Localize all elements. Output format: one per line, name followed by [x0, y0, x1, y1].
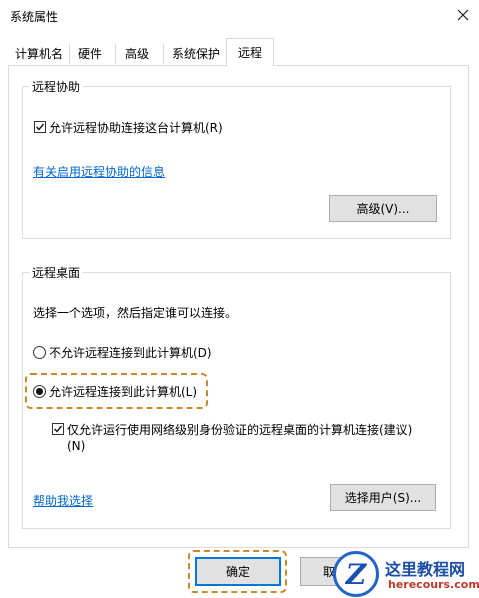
nla-only-checkbox[interactable] [52, 423, 64, 435]
select-users-button[interactable]: 选择用户(S)... [330, 484, 436, 511]
remote-desktop-legend: 远程桌面 [29, 264, 84, 281]
nla-only-label-line1[interactable]: 仅允许运行使用网络级别身份验证的远程桌面的计算机连接(建议) [67, 421, 412, 438]
allow-remote-label[interactable]: 允许远程连接到此计算机(L) [49, 383, 197, 400]
tab-computer-name[interactable]: 计算机名 [10, 42, 68, 64]
tab-remote[interactable]: 远程 [226, 38, 274, 66]
help-me-choose-link[interactable]: 帮助我选择 [33, 492, 93, 509]
radio-selected-dot [36, 388, 43, 395]
remote-assistance-info-link[interactable]: 有关启用远程协助的信息 [33, 163, 165, 180]
allow-remote-radio[interactable] [33, 385, 46, 398]
disallow-remote-label[interactable]: 不允许远程连接到此计算机(D) [49, 344, 212, 361]
remote-desktop-instruction: 选择一个选项，然后指定谁可以连接。 [33, 306, 238, 320]
checkmark-icon [54, 425, 63, 433]
tab-hardware[interactable]: 硬件 [70, 42, 110, 64]
tab-system-protection[interactable]: 系统保护 [166, 42, 226, 64]
window-title: 系统属性 [10, 10, 59, 24]
ok-button[interactable]: 确定 [195, 557, 281, 586]
checkmark-icon [36, 123, 45, 131]
remote-assistance-legend: 远程协助 [29, 78, 84, 95]
nla-only-label-line2[interactable]: (N) [67, 439, 85, 453]
close-button[interactable] [446, 0, 479, 30]
allow-remote-assistance-checkbox[interactable] [34, 121, 46, 133]
watermark-name: 这里教程网 [385, 560, 466, 579]
watermark-logo: Z [333, 551, 379, 597]
allow-remote-assistance-label[interactable]: 允许远程协助连接这台计算机(R) [49, 119, 223, 136]
tab-separator [163, 44, 164, 64]
disallow-remote-radio[interactable] [33, 346, 46, 359]
close-icon [457, 9, 468, 21]
watermark-url: herecours.com [388, 578, 479, 591]
advanced-button[interactable]: 高级(V)... [329, 195, 437, 222]
tab-advanced[interactable]: 高级 [116, 42, 158, 64]
